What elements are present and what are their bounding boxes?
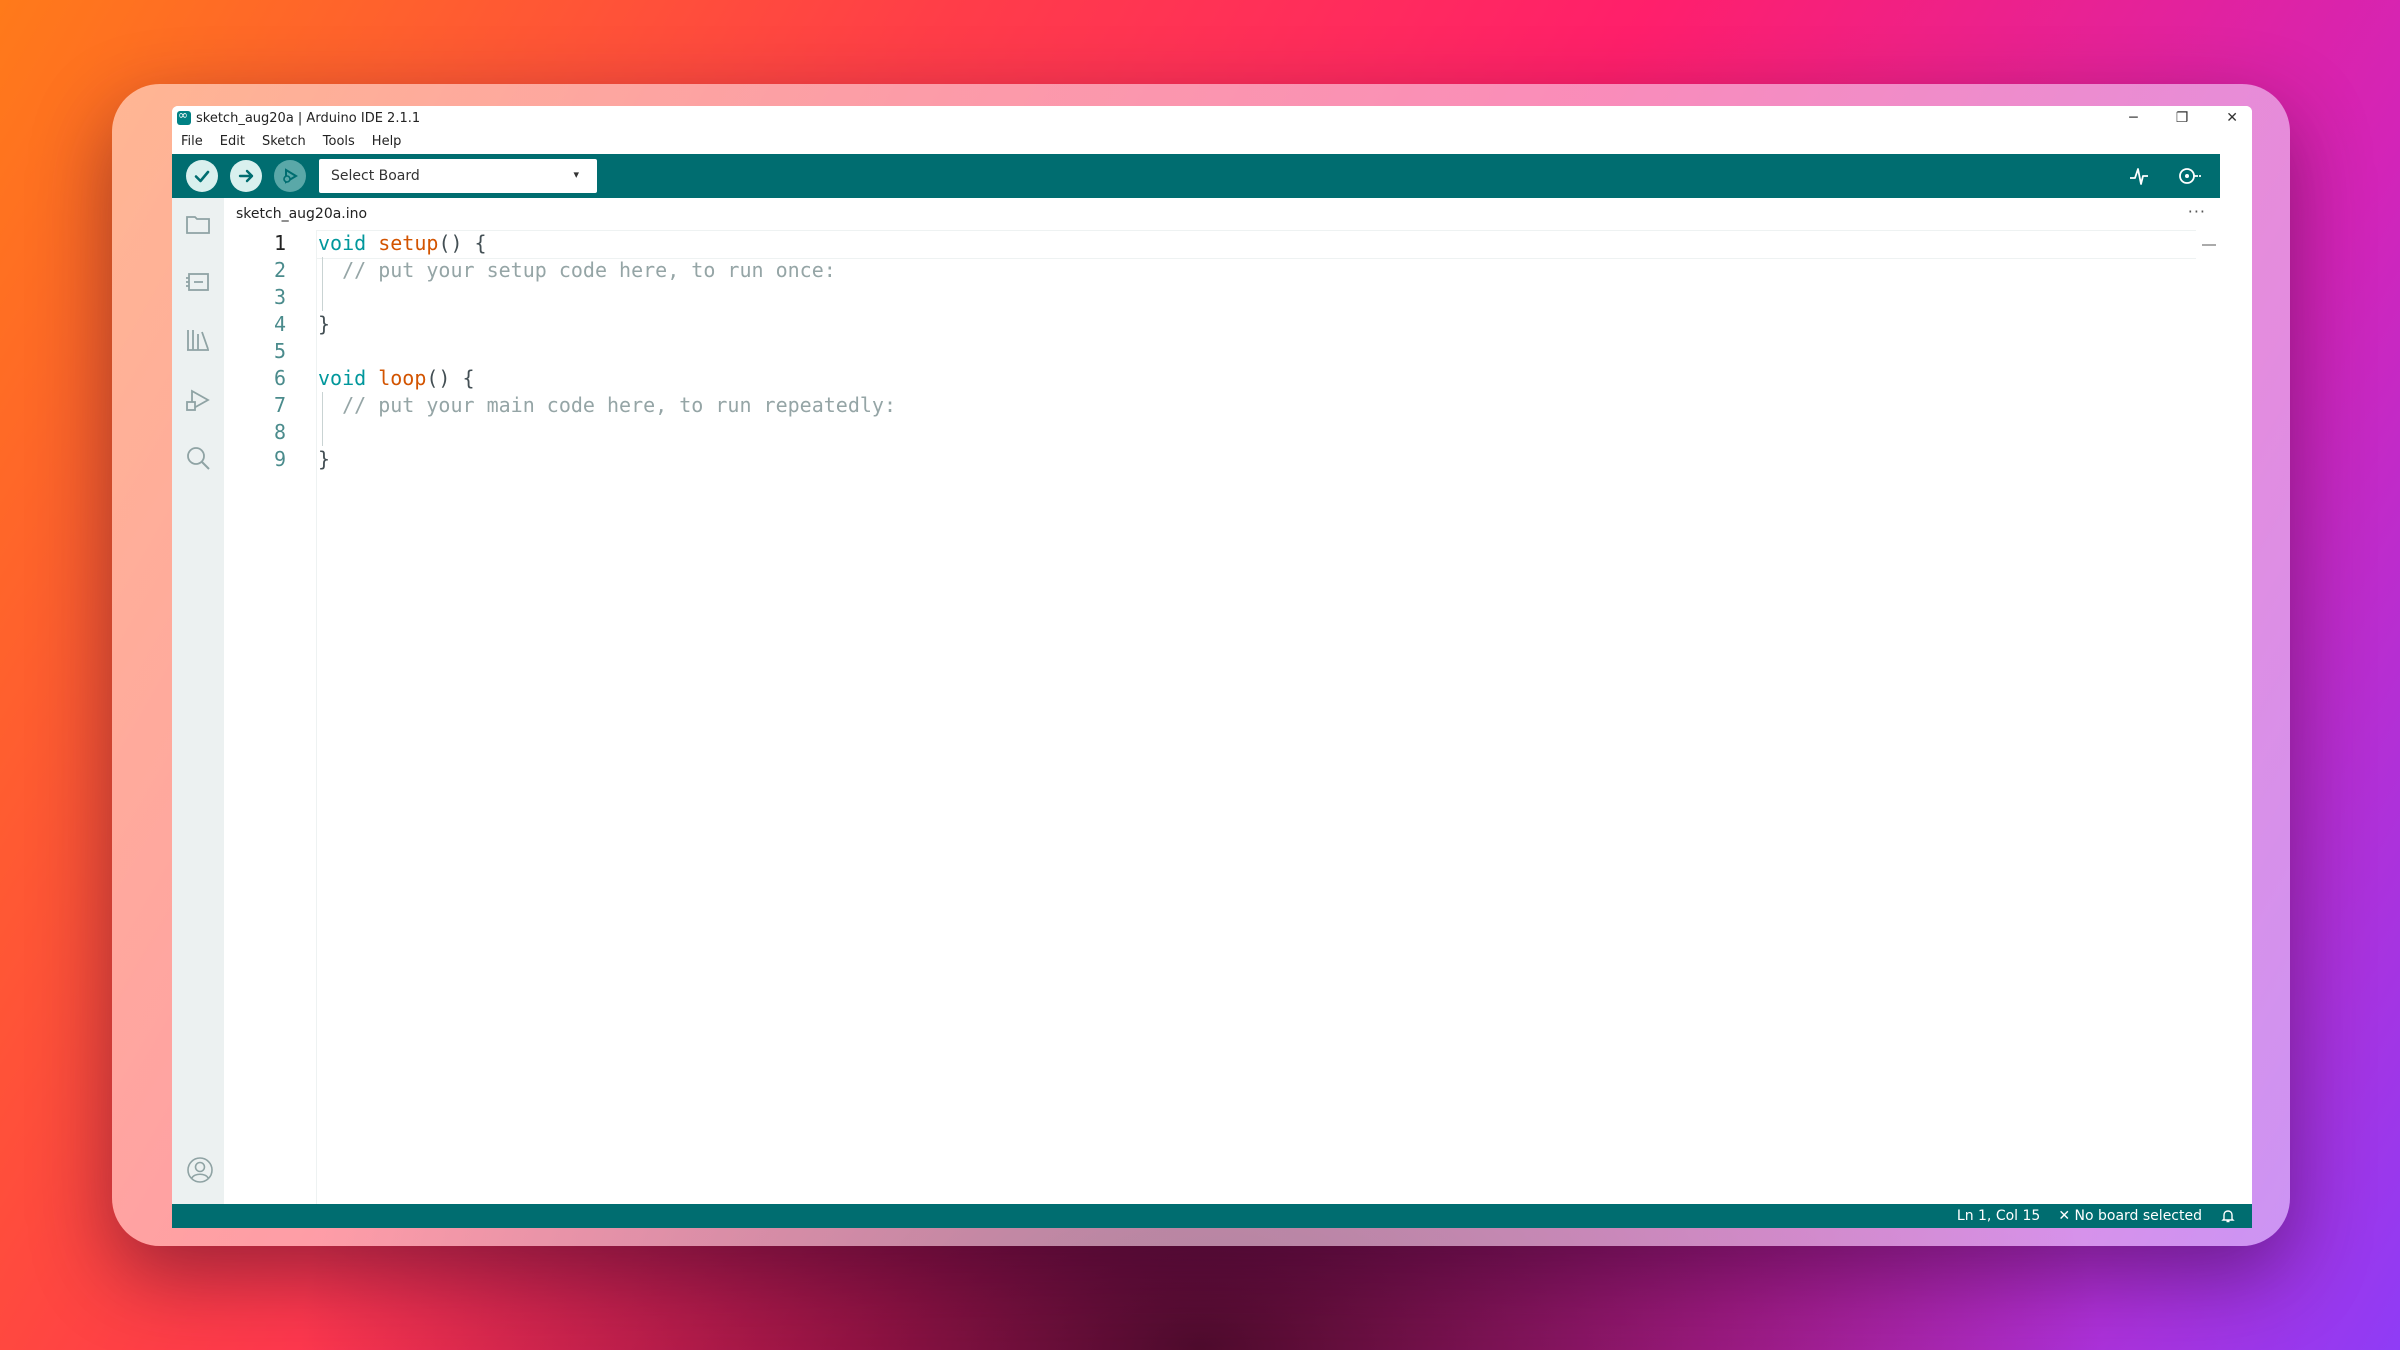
status-bar: Ln 1, Col 15 ✕ No board selected [172, 1204, 2252, 1228]
toolbar-right [2128, 154, 2202, 198]
debug-icon [283, 168, 298, 184]
line-number: 8 [273, 420, 286, 444]
code-text: void setup() { [318, 231, 487, 255]
editor-tabs: sketch_aug20a.ino ··· [224, 198, 2220, 232]
board-select-value: Select Board [331, 168, 420, 184]
board-select-dropdown[interactable]: Select Board ▾ [319, 159, 597, 193]
library-icon[interactable] [184, 326, 212, 354]
line-number: 9 [273, 447, 286, 471]
tab-sketch[interactable]: sketch_aug20a.ino [224, 198, 380, 232]
code-line[interactable]: 6 void loop() { [224, 365, 2204, 392]
code-text: // put your main code here, to run repea… [342, 393, 896, 417]
menu-help[interactable]: Help [372, 134, 402, 149]
code-text: } [318, 312, 331, 336]
code-line[interactable]: 7 // put your main code here, to run rep… [224, 392, 2204, 419]
folder-icon[interactable] [184, 210, 212, 238]
more-actions-icon[interactable]: ··· [2188, 202, 2206, 221]
line-number: 2 [273, 258, 286, 282]
upload-button[interactable] [230, 160, 262, 192]
code-line[interactable]: 4} [224, 311, 2204, 338]
menu-bar: File Edit Sketch Tools Help [172, 130, 2252, 152]
code-line[interactable]: 2 // put your setup code here, to run on… [224, 257, 2204, 284]
code-line[interactable]: 9} [224, 446, 2204, 473]
bell-icon[interactable] [2220, 1208, 2236, 1224]
cursor-position[interactable]: Ln 1, Col 15 [1957, 1208, 2040, 1224]
close-button[interactable]: ✕ [2226, 110, 2238, 126]
debug-button[interactable] [274, 160, 306, 192]
window-controls: ─ ❐ ✕ [2129, 106, 2238, 130]
chevron-down-icon: ▾ [573, 168, 579, 181]
menu-edit[interactable]: Edit [220, 134, 245, 149]
code-text: // put your setup code here, to run once… [342, 258, 836, 282]
board-status[interactable]: ✕ No board selected [2058, 1208, 2202, 1224]
arrow-right-icon [238, 169, 254, 183]
code-line[interactable]: 1 void setup() { [224, 230, 2204, 257]
toolbar: Select Board ▾ [172, 154, 2220, 198]
board-manager-icon[interactable] [184, 268, 212, 296]
menu-tools[interactable]: Tools [323, 134, 355, 149]
plotter-icon[interactable] [2128, 165, 2150, 187]
code-line[interactable]: 8 [224, 419, 2204, 446]
check-icon [194, 170, 210, 183]
activity-bar [172, 198, 224, 1204]
ide-window: sketch_aug20a | Arduino IDE 2.1.1 ─ ❐ ✕ … [172, 106, 2252, 1228]
line-number: 3 [273, 285, 286, 309]
line-number: 7 [273, 393, 286, 417]
title-bar: sketch_aug20a | Arduino IDE 2.1.1 ─ ❐ ✕ [172, 106, 2252, 130]
code-line[interactable]: 3 [224, 284, 2204, 311]
line-number: 1 [273, 231, 286, 255]
line-number: 5 [273, 339, 286, 363]
line-number: 6 [273, 366, 286, 390]
minimize-button[interactable]: ─ [2129, 110, 2137, 126]
window-title: sketch_aug20a | Arduino IDE 2.1.1 [196, 110, 421, 126]
code-text: void loop() { [318, 366, 475, 390]
search-icon[interactable] [184, 444, 212, 472]
menu-sketch[interactable]: Sketch [262, 134, 306, 149]
monitor-icon[interactable] [2176, 165, 2202, 187]
account-icon[interactable] [186, 1156, 214, 1184]
code-line[interactable]: 5 [224, 338, 2204, 365]
tab-label: sketch_aug20a.ino [236, 206, 368, 222]
arduino-logo-icon [177, 108, 191, 125]
verify-button[interactable] [186, 160, 218, 192]
overview-ruler-marker [2202, 244, 2216, 246]
code-editor[interactable]: 1 void setup() {2 // put your setup code … [224, 230, 2220, 1204]
debug-icon[interactable] [184, 386, 212, 414]
line-number: 4 [273, 312, 286, 336]
menu-file[interactable]: File [181, 134, 203, 149]
code-text: } [318, 447, 331, 471]
restore-button[interactable]: ❐ [2176, 110, 2189, 126]
